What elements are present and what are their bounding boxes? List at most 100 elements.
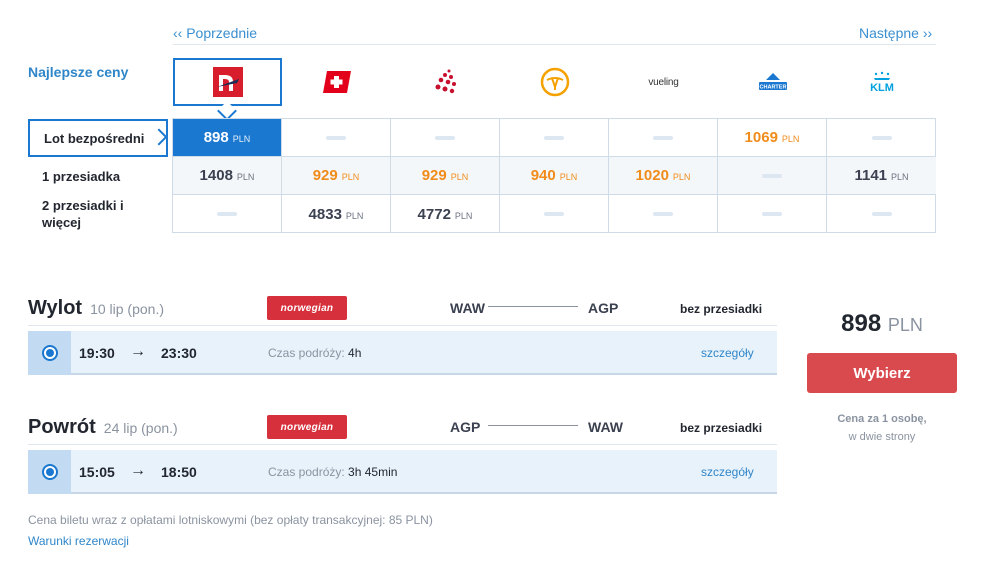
total-price-amount: 898: [841, 310, 882, 337]
grid-cell[interactable]: 4833 PLN: [282, 195, 391, 233]
cell-currency: PLN: [232, 134, 251, 144]
empty-dash: [653, 212, 673, 216]
grid-cell: [500, 195, 609, 233]
grid-cell[interactable]: 1069 PLN: [718, 119, 827, 157]
grid-cell: [718, 195, 827, 233]
grid-cell[interactable]: 1020 PLN: [609, 157, 718, 195]
airline-charter[interactable]: CHARTER: [718, 58, 827, 106]
outbound-radio-box[interactable]: [28, 331, 71, 375]
radio-button-icon[interactable]: [41, 464, 58, 480]
nav-divider: [173, 44, 936, 45]
cell-price: 929: [421, 167, 447, 184]
empty-dash: [871, 135, 892, 140]
outbound-details-link[interactable]: szczegóły: [701, 346, 754, 360]
empty-dash: [544, 212, 564, 216]
outbound-to: AGP: [588, 300, 619, 316]
grid-cell[interactable]: 929 PLN: [391, 157, 500, 195]
airline-vueling[interactable]: vueling: [609, 58, 718, 106]
row-label-text: 1 przesiadka: [42, 168, 121, 184]
norwegian-badge-icon: norwegian: [267, 415, 347, 439]
next-link[interactable]: Następne ››: [859, 25, 932, 41]
cell-price: 1141: [854, 167, 888, 184]
lufthansa-logo-icon: [540, 67, 569, 97]
inbound-details-link[interactable]: szczegóły: [701, 465, 754, 479]
airline-brussels[interactable]: [391, 58, 500, 106]
total-price: 898 PLN: [807, 310, 957, 338]
radio-dot: [45, 349, 54, 357]
empty-dash: [762, 173, 782, 178]
cell-currency: PLN: [450, 172, 469, 182]
empty-dash: [544, 135, 564, 140]
price-note: Cena za 1 osobę, w dwie strony: [807, 410, 957, 446]
grid-cell[interactable]: 929 PLN: [282, 157, 391, 195]
cell-price: 4833: [308, 205, 342, 223]
grid-cell: [609, 119, 718, 157]
section-divider: [28, 444, 777, 445]
grid-cell[interactable]: 1141 PLN: [827, 157, 936, 195]
radio-dot: [45, 468, 54, 476]
grid-cell: [391, 119, 500, 157]
brussels-logo-icon: [435, 69, 456, 94]
duration-value: 3h 45min: [348, 465, 398, 479]
empty-dash: [435, 135, 455, 140]
radio-button-icon[interactable]: [41, 345, 58, 361]
inbound-title-text: Powrót: [28, 416, 96, 438]
empty-dash: [871, 212, 892, 216]
outbound-flight-row[interactable]: 19:30 → 23:30 Czas podróży: 4h szczegóły: [28, 331, 777, 375]
row-label-one-stop[interactable]: 1 przesiadka: [28, 157, 168, 195]
grid-cell[interactable]: 940 PLN: [500, 157, 609, 195]
grid-cell[interactable]: 1408 PLN: [173, 157, 282, 195]
cell-currency: PLN: [891, 172, 909, 182]
airline-lufthansa[interactable]: [500, 58, 609, 106]
outbound-arrival-time: 23:30: [161, 345, 197, 361]
inbound-from: AGP: [450, 419, 481, 435]
inbound-to: WAW: [588, 419, 623, 435]
row-label-direct[interactable]: Lot bezpośredni: [28, 119, 168, 157]
cell-price: 1020: [635, 167, 669, 184]
grid-cell[interactable]: 898 PLN: [173, 119, 282, 157]
empty-dash: [762, 212, 782, 216]
swiss-logo-icon: [322, 71, 351, 93]
total-price-currency: PLN: [887, 315, 923, 335]
inbound-duration: Czas podróży: 3h 45min: [268, 465, 397, 479]
row-label-two-stops[interactable]: 2 przesiadki i więcej: [28, 195, 168, 233]
airline-norwegian[interactable]: [173, 58, 282, 106]
price-note-line2: w dwie strony: [848, 431, 916, 443]
inbound-flight-row[interactable]: 15:05 → 18:50 Czas podróży: 3h 45min szc…: [28, 450, 777, 494]
inbound-departure-time: 15:05: [79, 464, 115, 480]
prev-link[interactable]: ‹‹ Poprzednie: [173, 25, 257, 41]
cell-price: 1069: [744, 129, 778, 146]
empty-dash: [326, 135, 346, 140]
airline-swiss[interactable]: [282, 58, 391, 106]
outbound-departure-time: 19:30: [79, 345, 115, 361]
grid-cell: [718, 157, 827, 195]
outbound-from: WAW: [450, 300, 485, 316]
booking-terms-link[interactable]: Warunki rezerwacji: [28, 534, 129, 548]
norwegian-logo-icon: [212, 67, 243, 97]
cell-currency: PLN: [672, 172, 691, 182]
cell-currency: PLN: [559, 172, 578, 182]
outbound-date: 10 lip (pon.): [90, 301, 165, 317]
norwegian-badge-icon: norwegian: [267, 296, 347, 320]
grid-cell: [827, 195, 936, 233]
inbound-arrival-time: 18:50: [161, 464, 197, 480]
duration-label: Czas podróży:: [268, 465, 345, 479]
cell-currency: PLN: [781, 134, 800, 144]
grid-cell[interactable]: 4772 PLN: [391, 195, 500, 233]
airline-klm[interactable]: KLM: [827, 58, 936, 106]
cell-currency: PLN: [454, 210, 473, 221]
empty-dash: [217, 212, 237, 216]
cell-currency: PLN: [236, 172, 255, 182]
grid-cell: [173, 195, 282, 233]
row-label-text: Lot bezpośredni: [44, 130, 145, 146]
cell-price: 929: [312, 167, 338, 184]
price-grid: 898 PLN 1069 PLN 1408 PLN 929 PLN 929 PLN 940…: [172, 118, 936, 233]
cell-price: 898: [203, 129, 229, 146]
charter-logo-icon: CHARTER: [758, 73, 787, 91]
grid-cell: [500, 119, 609, 157]
arrow-right-icon: →: [130, 462, 146, 479]
section-divider: [28, 325, 777, 326]
inbound-radio-box[interactable]: [28, 450, 71, 494]
duration-label: Czas podróży:: [268, 346, 345, 360]
select-button[interactable]: Wybierz: [807, 353, 957, 393]
